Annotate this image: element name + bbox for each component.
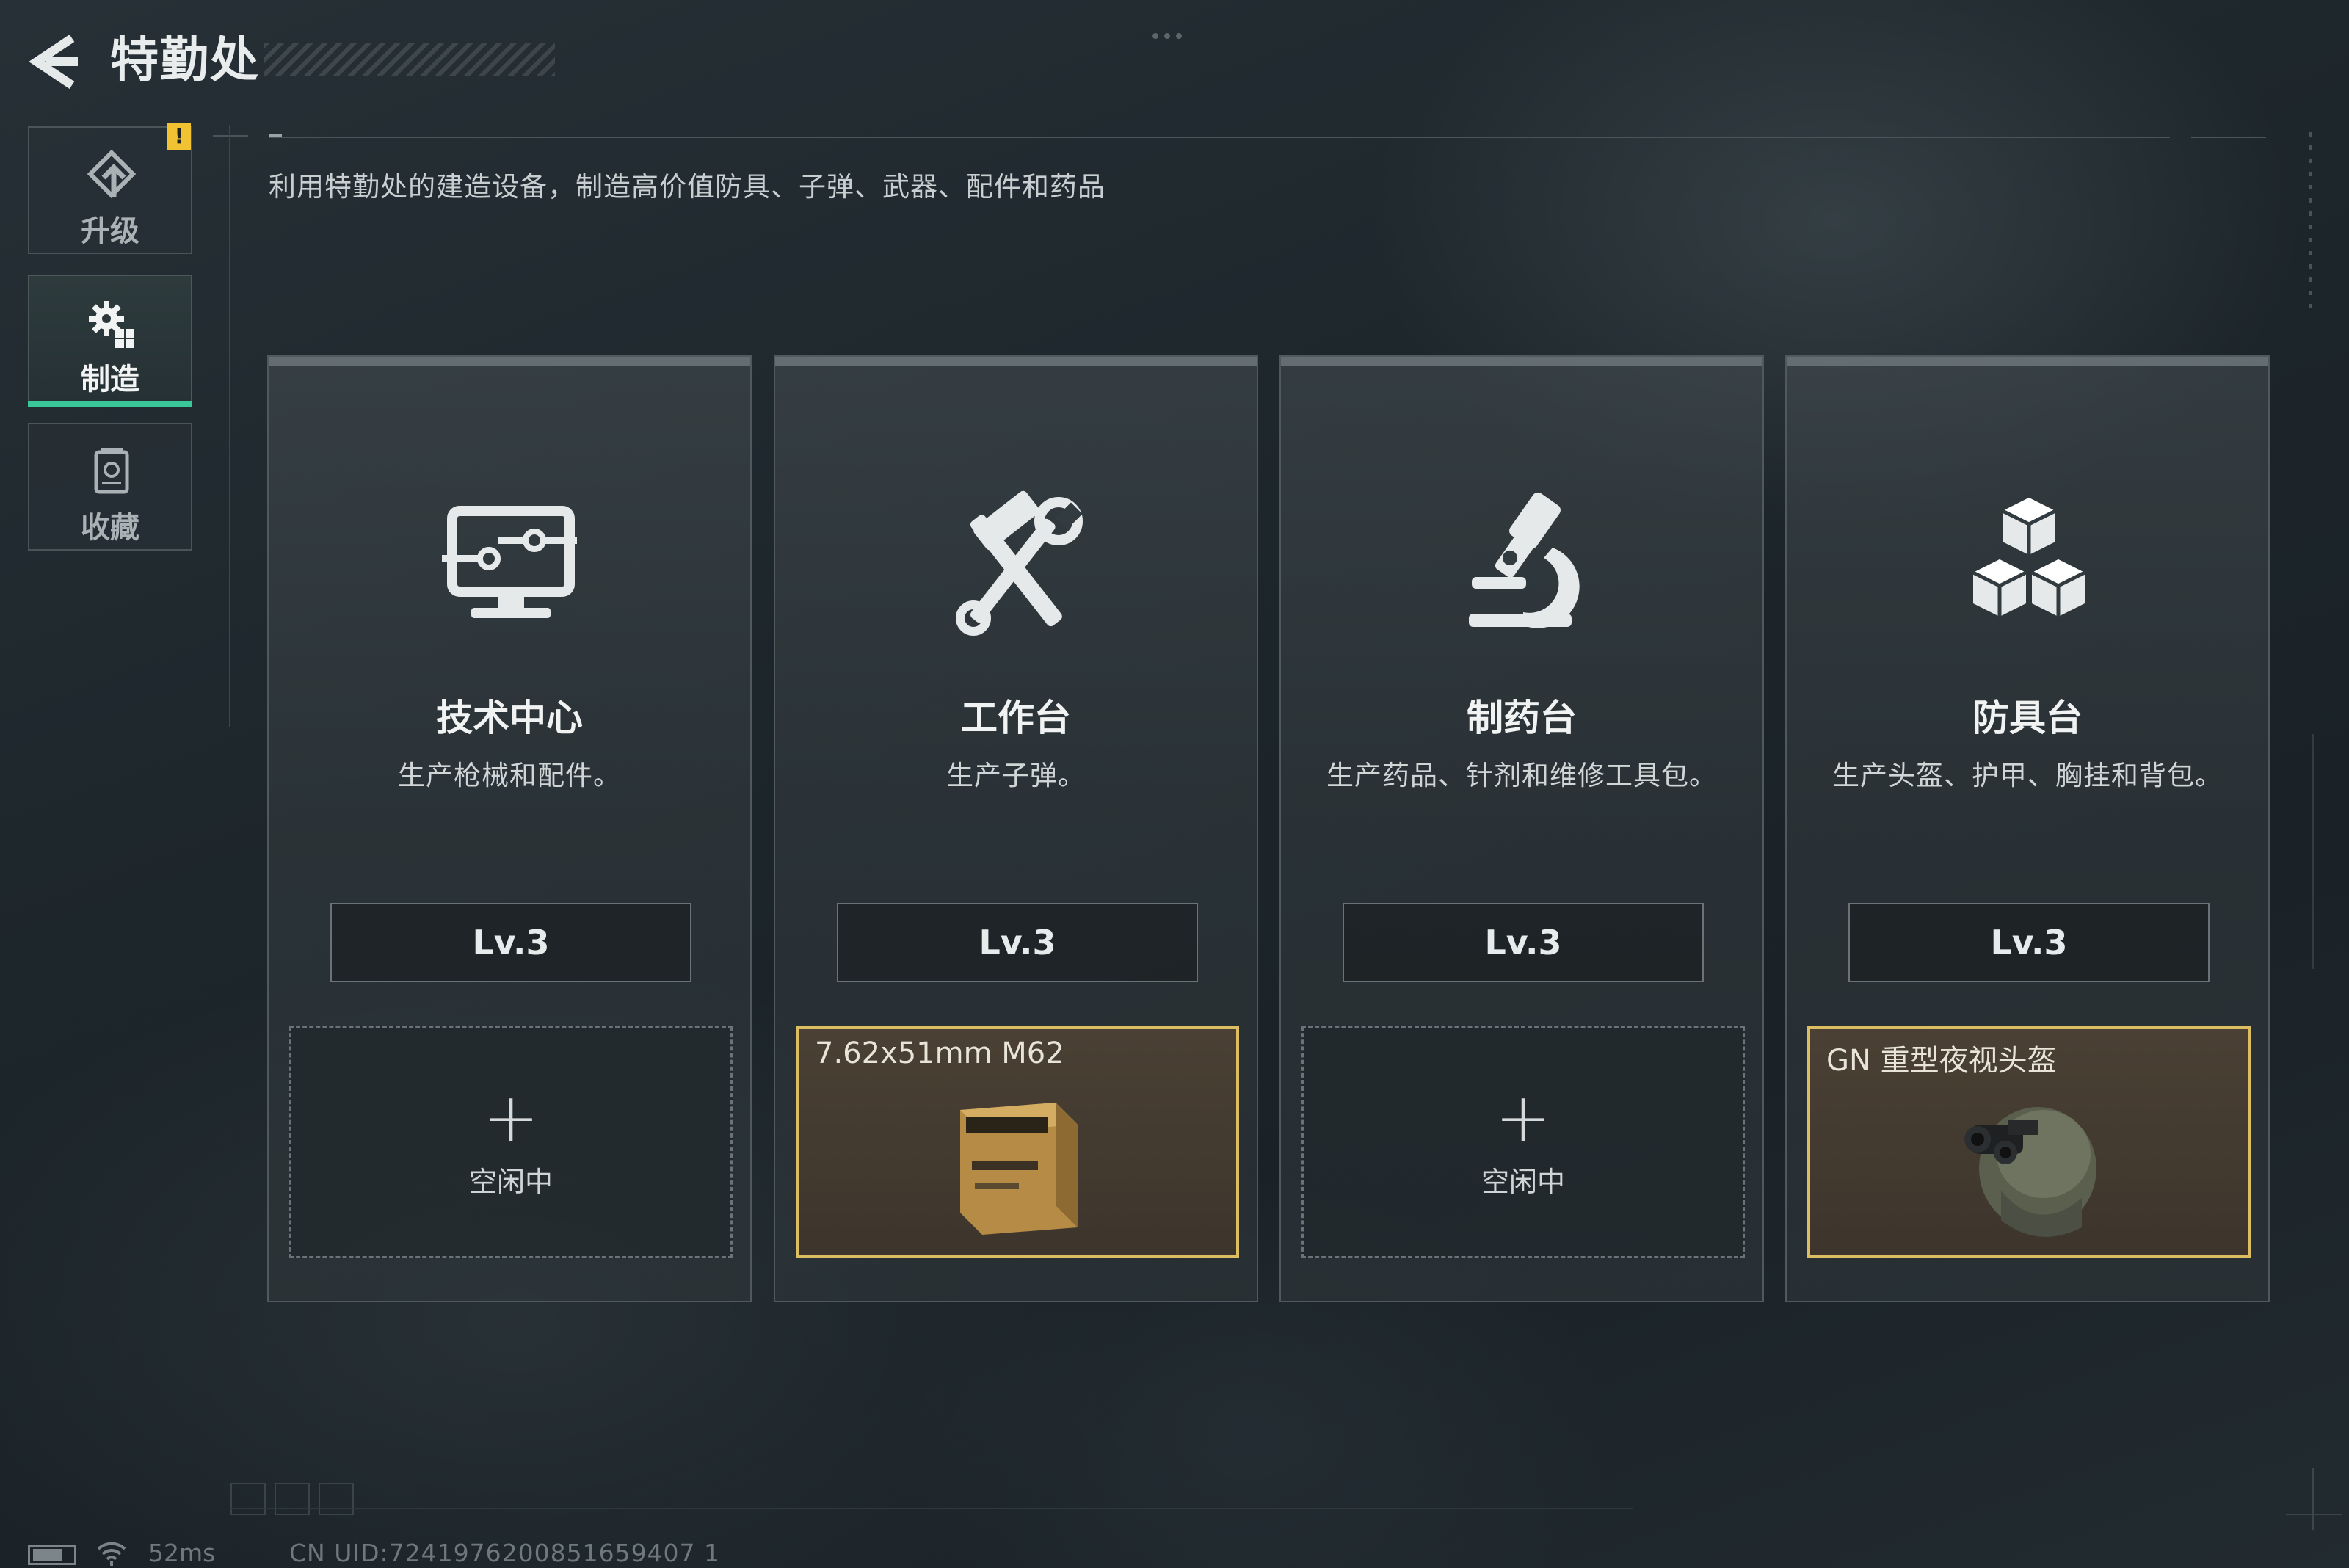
crafting-item-name: 7.62x51mm M62 xyxy=(815,1037,1064,1070)
slot-status: 空闲中 xyxy=(1481,1166,1565,1198)
wifi-icon xyxy=(97,1542,126,1566)
page-title: 特勤处 xyxy=(110,32,260,88)
collection-icon xyxy=(94,448,129,494)
night-vision-helmet-icon xyxy=(1964,1107,2096,1237)
station-name: 技术中心 xyxy=(436,697,583,739)
station-description: 生产头盔、护甲、胸挂和背包。 xyxy=(1832,760,2223,791)
alert-badge: ! xyxy=(167,123,191,150)
station-card-armor[interactable]: 防具台 生产头盔、护甲、胸挂和背包。 Lv.3 GN 重型夜视头盔 xyxy=(1785,355,2270,1302)
sidebar-item-collection[interactable]: 收藏 xyxy=(28,423,192,551)
station-level: Lv.3 xyxy=(1848,903,2210,982)
ping-text: 52ms xyxy=(148,1539,216,1567)
add-icon: + xyxy=(1495,1078,1552,1157)
title-decoration xyxy=(264,43,555,76)
station-name: 防具台 xyxy=(1972,697,2083,739)
craft-slot-active[interactable]: GN 重型夜视头盔 xyxy=(1807,1026,2251,1258)
side-ruler-decoration xyxy=(2309,132,2312,308)
battery-icon xyxy=(28,1545,76,1565)
gears-icon xyxy=(89,301,134,348)
station-description: 生产枪械和配件。 xyxy=(398,760,621,791)
corner-decoration xyxy=(2286,1514,2342,1515)
station-description: 生产子弹。 xyxy=(946,760,1086,791)
page-description: 利用特勤处的建造设备，制造高价值防具、子弹、武器、配件和药品 xyxy=(269,171,1105,203)
sidebar-item-label: 升级 xyxy=(81,214,139,248)
station-name: 工作台 xyxy=(961,697,1071,739)
header-divider xyxy=(269,137,2170,138)
header-divider-right xyxy=(2191,137,2266,138)
station-description: 生产药品、针剂和维修工具包。 xyxy=(1326,760,1717,791)
uid-text: CN UID:7241976200851659407 1 xyxy=(289,1539,721,1567)
station-level: Lv.3 xyxy=(837,903,1198,982)
corner-decoration xyxy=(2312,1468,2314,1530)
footer-decoration xyxy=(230,1483,363,1518)
station-card-workbench[interactable]: 工作台 生产子弹。 Lv.3 7.62x51mm M62 xyxy=(774,355,1258,1302)
ammo-box-icon xyxy=(960,1103,1078,1235)
sidebar-item-label: 收藏 xyxy=(81,511,139,545)
station-card-pharmacy[interactable]: 制药台 生产药品、针剂和维修工具包。 Lv.3 + 空闲中 xyxy=(1279,355,1764,1302)
back-arrow-icon[interactable] xyxy=(26,32,81,91)
hammer-wrench-icon xyxy=(956,490,1083,636)
station-name: 制药台 xyxy=(1467,697,1577,739)
crafting-item-name: GN 重型夜视头盔 xyxy=(1826,1044,2057,1078)
upgrade-icon xyxy=(87,149,137,199)
station-card-tech-center[interactable]: 技术中心 生产枪械和配件。 Lv.3 + 空闲中 xyxy=(267,355,752,1302)
sidebar-item-label: 制造 xyxy=(81,363,139,396)
add-icon: + xyxy=(482,1078,540,1157)
side-tick-decoration xyxy=(2312,734,2314,969)
sidebar-divider xyxy=(229,125,230,727)
footer-line xyxy=(230,1508,1633,1509)
station-level: Lv.3 xyxy=(330,903,691,982)
monitor-circuit-icon xyxy=(442,506,577,618)
craft-slot-active[interactable]: 7.62x51mm M62 xyxy=(796,1026,1239,1258)
more-dots-icon[interactable] xyxy=(1152,28,1197,39)
station-level: Lv.3 xyxy=(1343,903,1704,982)
sidebar-item-craft[interactable]: 制造 xyxy=(28,275,192,407)
craft-slot-idle[interactable]: + 空闲中 xyxy=(1301,1026,1745,1258)
active-indicator xyxy=(28,401,192,407)
microscope-icon xyxy=(1469,492,1580,628)
divider-mark xyxy=(269,134,282,137)
slot-status: 空闲中 xyxy=(468,1166,553,1198)
frame-tick xyxy=(213,135,248,137)
craft-slot-idle[interactable]: + 空闲中 xyxy=(289,1026,733,1258)
cubes-icon xyxy=(1972,498,2086,617)
